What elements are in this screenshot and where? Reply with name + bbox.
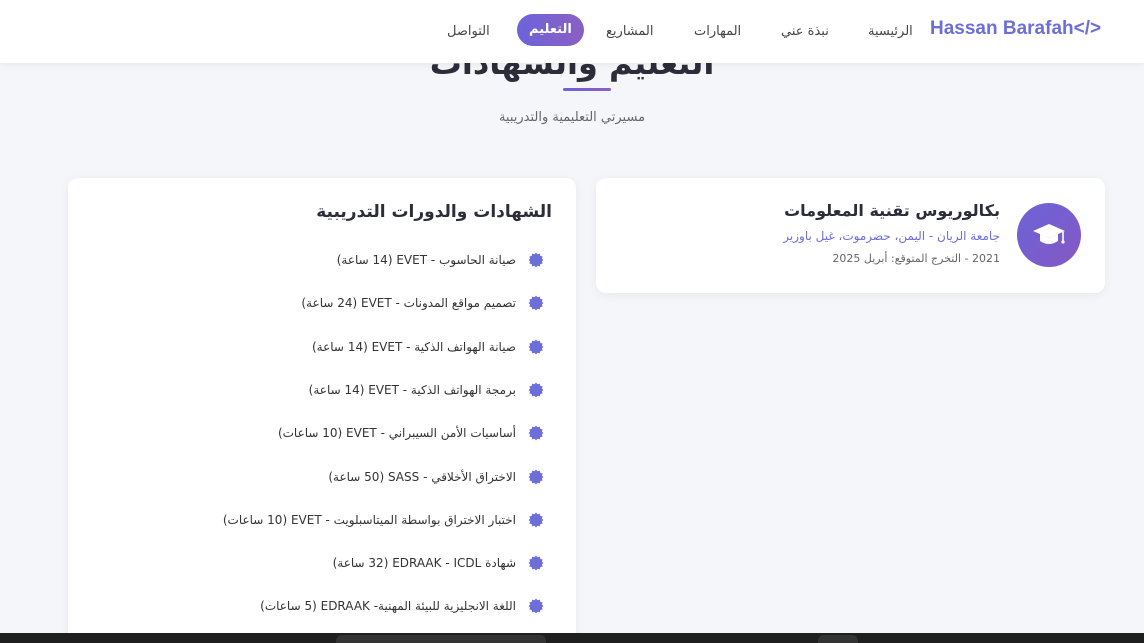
list-item: اللغة الانجليزية للبيئة المهنية- EDRAAK … <box>260 596 544 616</box>
list-item: تصميم مواقع المدونات - EVET (24 ساعة) <box>301 293 544 313</box>
cert-label: الاختراق الأخلاقي - SASS (50 ساعة) <box>328 470 516 484</box>
bottom-bar-tab <box>818 635 858 643</box>
nav-item-skills[interactable]: المهارات <box>694 23 741 41</box>
certificates-card: الشهادات والدورات التدريبية صيانة الحاسو… <box>68 178 576 643</box>
list-item: صيانة الهواتف الذكية - EVET (14 ساعة) <box>312 337 544 357</box>
certificate-badge-icon <box>528 295 544 311</box>
certificate-badge-icon <box>528 555 544 571</box>
nav-item-contact[interactable]: التواصل <box>447 23 490 41</box>
cert-label: اختبار الاختراق بواسطة الميتاسبلويت - EV… <box>222 513 516 527</box>
list-item: اختبار الاختراق بواسطة الميتاسبلويت - EV… <box>223 510 544 530</box>
certificate-badge-icon <box>528 425 544 441</box>
certificate-badge-icon <box>528 382 544 398</box>
degree-dates: 2021 - التخرج المتوقع: أبريل 2025 <box>832 252 1000 265</box>
degree-university: جامعة الريان - اليمن، حضرموت، غيل باوزير <box>783 229 1000 243</box>
degree-card: بكالوريوس تقنية المعلومات جامعة الريان -… <box>596 178 1105 293</box>
bottom-bar <box>0 633 1144 643</box>
bottom-bar-tab <box>336 635 546 643</box>
brand-logo[interactable]: Hassan Barafah</> <box>930 18 1101 40</box>
nav-item-about[interactable]: نبذة عني <box>781 23 829 41</box>
certificate-badge-icon <box>528 339 544 355</box>
certificate-badge-icon <box>528 512 544 528</box>
cert-label: برمجة الهواتف الذكية - EVET (14 ساعة) <box>308 383 516 397</box>
section-subtitle: مسيرتي التعليمية والتدريبية <box>498 110 646 125</box>
graduation-cap-icon <box>1017 203 1081 267</box>
top-navbar: Hassan Barafah</> الرئيسية نبذة عني المه… <box>0 0 1144 63</box>
certificate-badge-icon <box>528 469 544 485</box>
cert-label: أساسيات الأمن السيبراني - EVET (10 ساعات… <box>277 426 516 440</box>
list-item: شهادة EDRAAK - ICDL (32 ساعة) <box>333 553 544 573</box>
cert-label: تصميم مواقع المدونات - EVET (24 ساعة) <box>301 296 516 310</box>
cert-label: صيانة الحاسوب - EVET (14 ساعة) <box>336 253 516 267</box>
certificates-title: الشهادات والدورات التدريبية <box>316 202 552 222</box>
cert-label: صيانة الهواتف الذكية - EVET (14 ساعة) <box>312 340 516 354</box>
list-item: أساسيات الأمن السيبراني - EVET (10 ساعات… <box>278 423 544 443</box>
degree-title: بكالوريوس تقنية المعلومات <box>784 201 1000 220</box>
title-underline <box>563 88 611 91</box>
nav-item-education[interactable]: التعليم <box>517 14 584 46</box>
list-item: الاختراق الأخلاقي - SASS (50 ساعة) <box>328 467 544 487</box>
certificate-badge-icon <box>528 252 544 268</box>
cert-label: شهادة EDRAAK - ICDL (32 ساعة) <box>332 556 516 570</box>
list-item: صيانة الحاسوب - EVET (14 ساعة) <box>337 250 544 270</box>
list-item: برمجة الهواتف الذكية - EVET (14 ساعة) <box>309 380 544 400</box>
certificate-badge-icon <box>528 598 544 614</box>
nav-item-projects[interactable]: المشاريع <box>606 23 653 41</box>
cert-label: اللغة الانجليزية للبيئة المهنية- EDRAAK … <box>260 599 516 613</box>
nav-item-home[interactable]: الرئيسية <box>868 23 913 41</box>
